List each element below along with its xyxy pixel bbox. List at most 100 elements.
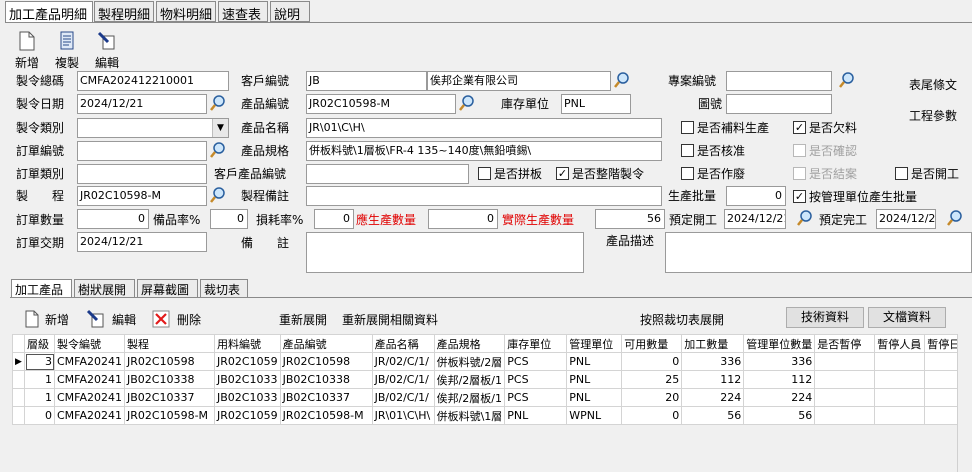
table-cell[interactable]: CMFA20241 xyxy=(53,352,126,371)
tab-help[interactable]: 說明 xyxy=(270,1,310,22)
table-cell[interactable]: 56 xyxy=(743,406,816,425)
product-lookup-icon[interactable] xyxy=(458,94,476,112)
product-spec-field[interactable]: 併板料號\1層板\FR-4 135~140度\無鉛噴錫\ xyxy=(306,141,662,161)
table-row[interactable]: 1 CMFA20241 JB02C10337 JB02C1033 JB02C10… xyxy=(12,388,964,407)
table-cell[interactable] xyxy=(814,406,876,425)
table-cell[interactable] xyxy=(814,388,876,407)
plan-start-field[interactable]: 2024/12/21 xyxy=(724,209,786,229)
product-name-field[interactable]: JR\01\C\H\ xyxy=(306,118,662,138)
copy-button[interactable]: 複製 xyxy=(52,31,82,71)
subtab-product[interactable]: 加工產品 xyxy=(11,279,72,298)
table-cell[interactable]: 0 xyxy=(24,406,55,425)
table-cell[interactable]: 112 xyxy=(743,370,816,389)
should-qty-field[interactable]: 0 xyxy=(428,209,498,229)
table-cell[interactable]: 併板料號/2層 xyxy=(433,352,506,371)
subtab-cut-table[interactable]: 裁切表 xyxy=(200,279,248,298)
table-cell[interactable]: 224 xyxy=(743,388,816,407)
table-cell[interactable]: 56 xyxy=(681,406,745,425)
void-checkbox[interactable] xyxy=(681,167,694,180)
table-cell[interactable]: JR02C10598-M xyxy=(279,406,373,425)
col-material-no[interactable]: 用料編號 xyxy=(214,334,281,353)
chevron-down-icon[interactable]: ▼ xyxy=(212,119,228,137)
project-lookup-icon[interactable] xyxy=(838,71,856,89)
col-stock-unit[interactable]: 庫存單位 xyxy=(504,334,568,353)
order-total-no-field[interactable]: CMFA202412210001 xyxy=(77,71,229,91)
customer-lookup-icon[interactable] xyxy=(613,71,631,89)
table-cell[interactable]: JB/02/C/1/ xyxy=(371,388,435,407)
col-product-name[interactable]: 產品名稱 xyxy=(371,334,435,353)
po-no-field[interactable] xyxy=(77,141,207,161)
col-available-qty[interactable]: 可用數量 xyxy=(621,334,683,353)
table-cell[interactable]: JR02C10598 xyxy=(124,352,216,371)
table-cell[interactable]: PNL xyxy=(566,370,623,389)
started-checkbox[interactable] xyxy=(895,167,908,180)
col-product-spec[interactable]: 產品規格 xyxy=(433,334,506,353)
process-lookup-icon[interactable] xyxy=(209,186,227,204)
table-cell[interactable]: CMFA20241 xyxy=(53,406,126,425)
col-process-qty[interactable]: 加工數量 xyxy=(681,334,745,353)
table-cell[interactable]: 1 xyxy=(24,388,55,407)
table-cell[interactable]: 俟邦/2層板/1 xyxy=(433,370,506,389)
tab-product-detail[interactable]: 加工產品明細 xyxy=(5,1,93,23)
table-cell[interactable]: 336 xyxy=(743,352,816,371)
subtab-tree[interactable]: 樹狀展開 xyxy=(74,279,135,298)
re-expand-related-button[interactable]: 重新展開相關資料 xyxy=(342,312,438,328)
table-cell[interactable]: 20 xyxy=(621,388,683,407)
table-cell[interactable]: CMFA20241 xyxy=(53,388,126,407)
process-note-field[interactable] xyxy=(306,186,662,206)
table-cell[interactable]: JB02C10337 xyxy=(279,388,373,407)
tech-data-button[interactable]: 技術資料 xyxy=(786,307,864,328)
col-paused[interactable]: 是否暫停 xyxy=(814,334,876,353)
table-cell[interactable]: 俟邦/2層板/1 xyxy=(433,388,506,407)
table-cell[interactable]: PCS xyxy=(504,388,568,407)
table-cell[interactable]: JR/02/C/1/ xyxy=(371,352,435,371)
loss-rate-field[interactable]: 0 xyxy=(314,209,354,229)
add-row-icon[interactable] xyxy=(24,310,40,328)
table-cell[interactable]: JB02C10338 xyxy=(279,370,373,389)
table-cell[interactable]: WPNL xyxy=(566,406,623,425)
table-cell[interactable]: JR02C1059 xyxy=(214,352,281,371)
tab-quick-lookup[interactable]: 速查表 xyxy=(218,1,268,22)
table-cell[interactable]: 112 xyxy=(681,370,745,389)
plan-end-field[interactable]: 2024/12/21 xyxy=(876,209,936,229)
product-grid[interactable]: 層級 製令編號 製程 用料編號 產品編號 產品名稱 產品規格 庫存單位 管理單位… xyxy=(12,334,964,425)
table-cell[interactable] xyxy=(874,388,926,407)
edit-row-icon[interactable] xyxy=(86,309,106,329)
grid-add-button[interactable]: 新增 xyxy=(45,312,69,328)
tab-material-detail[interactable]: 物料明細 xyxy=(156,1,216,22)
subtab-screenshot[interactable]: 屏幕截圖 xyxy=(137,279,198,298)
table-cell[interactable]: PNL xyxy=(566,352,623,371)
owe-material-checkbox[interactable]: ✓ xyxy=(793,121,806,134)
table-cell[interactable]: JB02C1033 xyxy=(214,388,281,407)
table-cell[interactable]: JR02C10598-M xyxy=(124,406,216,425)
expand-by-cut-button[interactable]: 按照裁切表展開 xyxy=(640,312,724,328)
col-order-no[interactable]: 製令編號 xyxy=(53,334,126,353)
table-cell[interactable]: 3 xyxy=(24,352,55,371)
customer-product-no-field[interactable] xyxy=(306,164,469,184)
table-cell[interactable] xyxy=(814,352,876,371)
grid-edit-button[interactable]: 編輯 xyxy=(112,312,136,328)
table-cell[interactable]: 25 xyxy=(621,370,683,389)
spare-rate-field[interactable]: 0 xyxy=(210,209,248,229)
table-cell[interactable]: PCS xyxy=(504,352,568,371)
order-type-select[interactable]: ▼ xyxy=(77,118,229,138)
actual-qty-field[interactable]: 56 xyxy=(595,209,665,229)
order-date-lookup-icon[interactable] xyxy=(209,94,227,112)
order-date-field[interactable]: 2024/12/21 xyxy=(77,94,207,114)
batch-field[interactable]: 0 xyxy=(726,186,786,206)
table-cell[interactable]: JR02C1059 xyxy=(214,406,281,425)
drawing-no-field[interactable] xyxy=(726,94,832,114)
grid-vertical-scrollbar[interactable] xyxy=(957,334,972,472)
plan-end-lookup-icon[interactable] xyxy=(946,209,964,227)
plan-start-lookup-icon[interactable] xyxy=(796,209,814,227)
delete-row-icon[interactable] xyxy=(152,310,170,328)
re-expand-button[interactable]: 重新展開 xyxy=(279,312,327,328)
table-cell[interactable]: JB02C1033 xyxy=(214,370,281,389)
remark-field[interactable] xyxy=(306,232,584,273)
by-mgmt-unit-checkbox[interactable]: ✓ xyxy=(793,190,806,203)
tab-process-detail[interactable]: 製程明細 xyxy=(94,1,154,22)
table-cell[interactable]: JB/02/C/1/ xyxy=(371,370,435,389)
edit-button[interactable]: 編輯 xyxy=(92,31,122,71)
col-paused-by[interactable]: 暫停人員 xyxy=(874,334,926,353)
table-cell[interactable] xyxy=(814,370,876,389)
